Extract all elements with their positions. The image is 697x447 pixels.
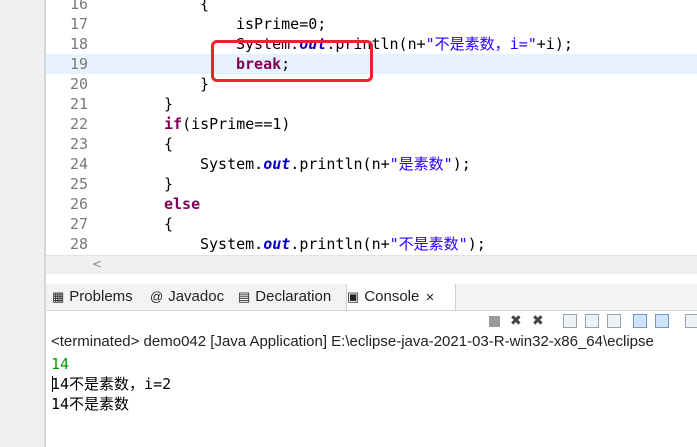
tab-label: Console — [364, 288, 420, 305]
line-number: 16 — [69, 0, 88, 13]
tab-console[interactable]: ▣ Console ✕ — [346, 284, 456, 310]
code-token-string: "不是素数" — [389, 235, 468, 253]
code-line[interactable]: 22 if(isPrime==1) — [46, 114, 697, 134]
code-text: { — [164, 134, 173, 154]
problems-icon: ▦ — [52, 289, 65, 304]
code-token-keyword: if — [164, 115, 183, 133]
line-number: 19 — [69, 55, 88, 73]
console-output[interactable]: 14 14不是素数，i=2 14不是素数 — [46, 353, 697, 447]
console-input-line: 14 — [51, 355, 70, 373]
code-token-plain: { — [164, 215, 174, 233]
code-token-plain: { — [200, 0, 210, 13]
code-line[interactable]: 21} — [46, 94, 697, 114]
code-text: isPrime=0; — [236, 14, 326, 34]
javadoc-icon: @ — [150, 289, 164, 304]
code-text: } — [164, 174, 173, 194]
code-token-plain: { — [164, 135, 174, 153]
console-toolbar: ✖ ✖ — [46, 311, 697, 332]
code-line[interactable]: 16 { — [46, 0, 697, 14]
tab-declaration[interactable]: ▤ Declaration — [238, 284, 344, 310]
line-number: 28 — [69, 235, 88, 253]
code-token-field: out — [263, 155, 291, 173]
code-token-string: "不是素数，i=" — [425, 35, 537, 53]
remove-launch-icon[interactable]: ✖ — [510, 314, 524, 328]
code-text: else — [164, 194, 200, 214]
show-stdout-icon[interactable] — [633, 314, 647, 328]
line-number: 25 — [69, 175, 88, 193]
console-icon: ▣ — [347, 289, 360, 304]
line-number: 17 — [69, 15, 88, 33]
line-number: 23 — [69, 135, 88, 153]
pin-console-icon[interactable] — [685, 314, 697, 328]
left-gutter-strip — [0, 0, 46, 447]
code-token-keyword: else — [164, 195, 201, 213]
line-number: 21 — [69, 95, 88, 113]
code-editor[interactable]: 16{17 isPrime=0; 18 System.out.println(n+"不… — [46, 0, 697, 255]
code-token-plain: } — [164, 95, 174, 113]
bottom-view-tabs: ▦ Problems @ Javadoc ▤ Declaration ▣ Console ✕ — [46, 284, 697, 311]
line-number: 24 — [69, 155, 88, 173]
code-token-plain: } — [164, 175, 174, 193]
line-number: 18 — [69, 35, 88, 53]
line-number: 22 — [69, 115, 88, 133]
clear-console-icon[interactable] — [563, 314, 577, 328]
code-text: System.out.println(n+"是素数"); — [200, 154, 471, 174]
editor-horizontal-scrollbar[interactable]: < — [46, 255, 697, 274]
code-token-plain: .println(n+ — [290, 155, 390, 173]
word-wrap-icon[interactable] — [607, 314, 621, 328]
code-token-plain: .println(n+ — [290, 235, 390, 253]
code-token-plain: ); — [452, 155, 471, 173]
terminate-icon[interactable] — [489, 316, 500, 327]
code-text: } — [164, 94, 173, 114]
code-text: { — [164, 214, 173, 234]
code-line[interactable]: 27 { — [46, 214, 697, 234]
annotation-highlight-box — [211, 40, 373, 82]
line-number: 20 — [69, 75, 88, 93]
code-token-plain: +i); — [536, 35, 573, 53]
show-stderr-icon[interactable] — [655, 314, 669, 328]
code-line[interactable]: 25} — [46, 174, 697, 194]
console-output-line: 14不是素数 — [51, 395, 130, 413]
code-token-plain: ); — [467, 235, 486, 253]
console-output-line: 14不是素数，i=2 — [51, 375, 172, 393]
code-line[interactable]: 23 { — [46, 134, 697, 154]
tab-problems[interactable]: ▦ Problems — [52, 284, 148, 310]
code-text: { — [200, 0, 209, 14]
code-text: } — [200, 74, 209, 94]
code-token-plain: System. — [200, 155, 264, 173]
code-token-plain: isPrime=0; — [236, 15, 327, 33]
code-token-plain: System. — [200, 235, 264, 253]
view-gap — [46, 274, 697, 284]
code-token-plain: } — [200, 75, 210, 93]
tab-label: Javadoc — [168, 288, 225, 305]
remove-all-terminated-icon[interactable]: ✖ — [532, 314, 546, 328]
code-token-field: out — [263, 235, 291, 253]
line-number: 26 — [69, 195, 88, 213]
code-line[interactable]: 17 isPrime=0; — [46, 14, 697, 34]
code-token-string: "是素数" — [389, 155, 453, 173]
code-text: if(isPrime==1) — [164, 114, 290, 134]
close-icon[interactable]: ✕ — [425, 292, 434, 304]
console-status-line: <terminated> demo042 [Java Application] … — [51, 333, 654, 350]
tab-label: Declaration — [255, 288, 332, 305]
tab-javadoc[interactable]: @ Javadoc — [150, 284, 236, 310]
code-token-plain: (isPrime==1) — [182, 115, 291, 133]
code-text: System.out.println(n+"不是素数"); — [200, 234, 486, 254]
code-line[interactable]: 26 else — [46, 194, 697, 214]
code-line[interactable]: 28 System.out.println(n+"不是素数"); — [46, 234, 697, 254]
tab-label: Problems — [69, 288, 133, 305]
code-line[interactable]: 24 System.out.println(n+"是素数"); — [46, 154, 697, 174]
declaration-icon: ▤ — [238, 289, 251, 304]
line-number: 27 — [69, 215, 88, 233]
scroll-left-arrow-icon[interactable]: < — [92, 257, 102, 271]
scroll-lock-icon[interactable] — [585, 314, 599, 328]
